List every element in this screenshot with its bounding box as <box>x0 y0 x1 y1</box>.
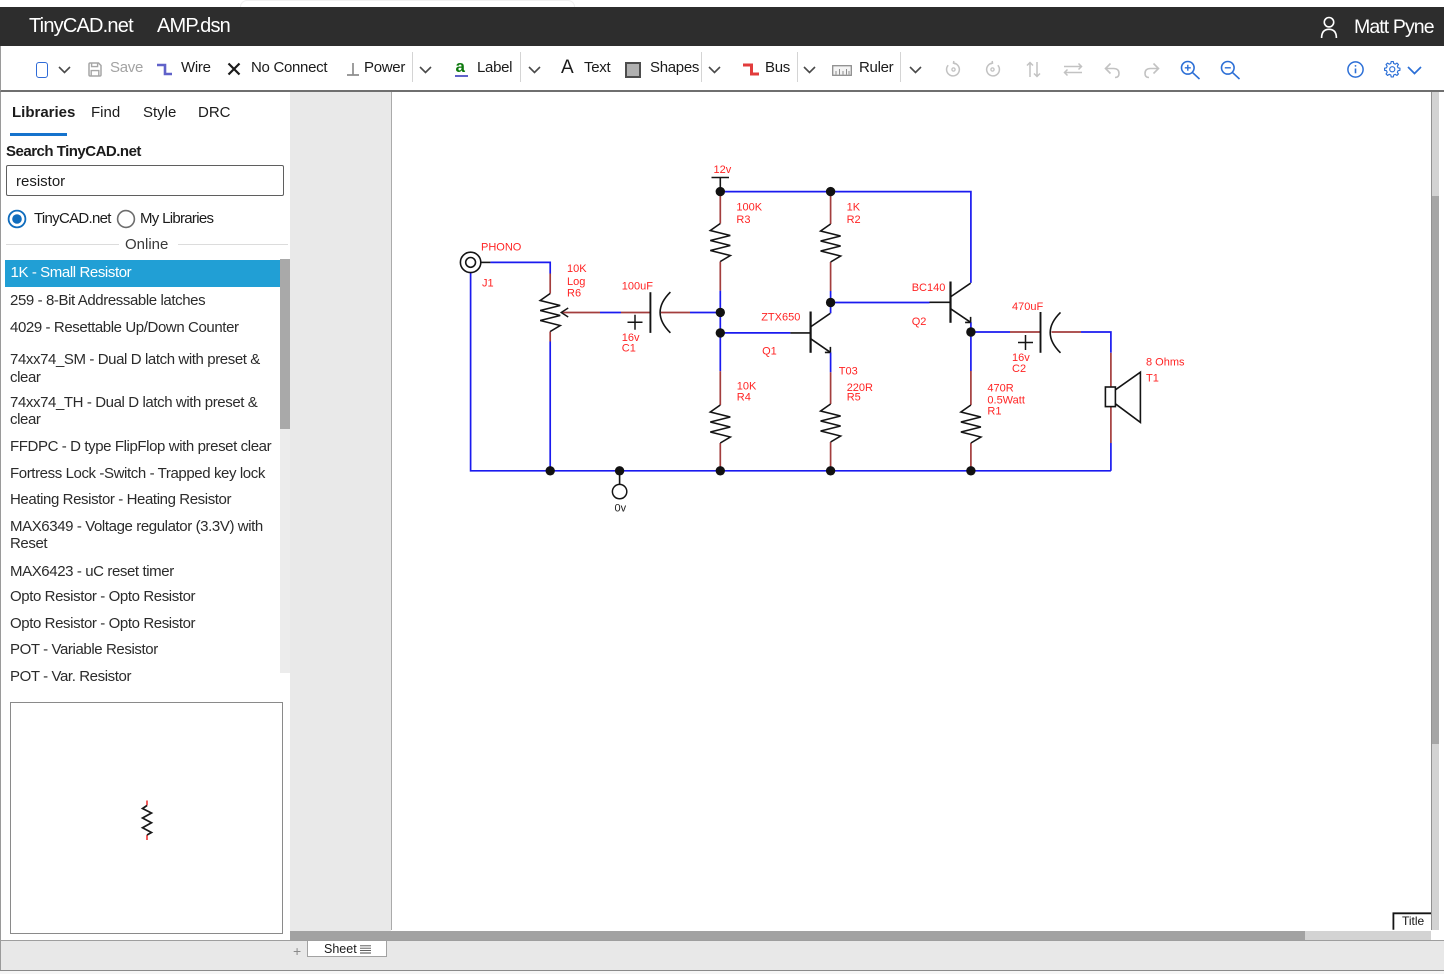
svg-text:J1: J1 <box>482 277 494 289</box>
svg-text:0.5Watt: 0.5Watt <box>987 394 1025 406</box>
svg-text:Q2: Q2 <box>912 316 927 328</box>
svg-text:Title: Title <box>1402 914 1425 928</box>
svg-text:C1: C1 <box>622 343 636 355</box>
svg-text:R1: R1 <box>987 406 1001 418</box>
svg-text:R3: R3 <box>736 214 750 226</box>
svg-text:100uF: 100uF <box>622 280 653 292</box>
svg-text:10K: 10K <box>567 263 587 275</box>
svg-text:1K: 1K <box>847 202 861 214</box>
svg-text:100K: 100K <box>736 202 762 214</box>
svg-text:0v: 0v <box>615 503 627 515</box>
svg-text:R5: R5 <box>847 391 861 403</box>
svg-text:470uF: 470uF <box>1012 301 1043 313</box>
svg-text:8 Ohms: 8 Ohms <box>1146 357 1185 369</box>
svg-text:BC140: BC140 <box>912 282 946 294</box>
svg-text:T1: T1 <box>1146 372 1159 384</box>
svg-text:R2: R2 <box>847 214 861 226</box>
svg-text:C2: C2 <box>1012 363 1026 375</box>
svg-text:R6: R6 <box>567 287 581 299</box>
svg-text:16v: 16v <box>1012 352 1030 364</box>
svg-text:PHONO: PHONO <box>481 242 522 254</box>
svg-text:T03: T03 <box>839 366 858 378</box>
svg-text:Log: Log <box>567 276 585 288</box>
svg-text:ZTX650: ZTX650 <box>761 311 800 323</box>
svg-text:12v: 12v <box>714 164 732 176</box>
svg-text:Q1: Q1 <box>762 346 777 358</box>
svg-text:470R: 470R <box>987 383 1013 395</box>
svg-text:R4: R4 <box>737 392 751 404</box>
